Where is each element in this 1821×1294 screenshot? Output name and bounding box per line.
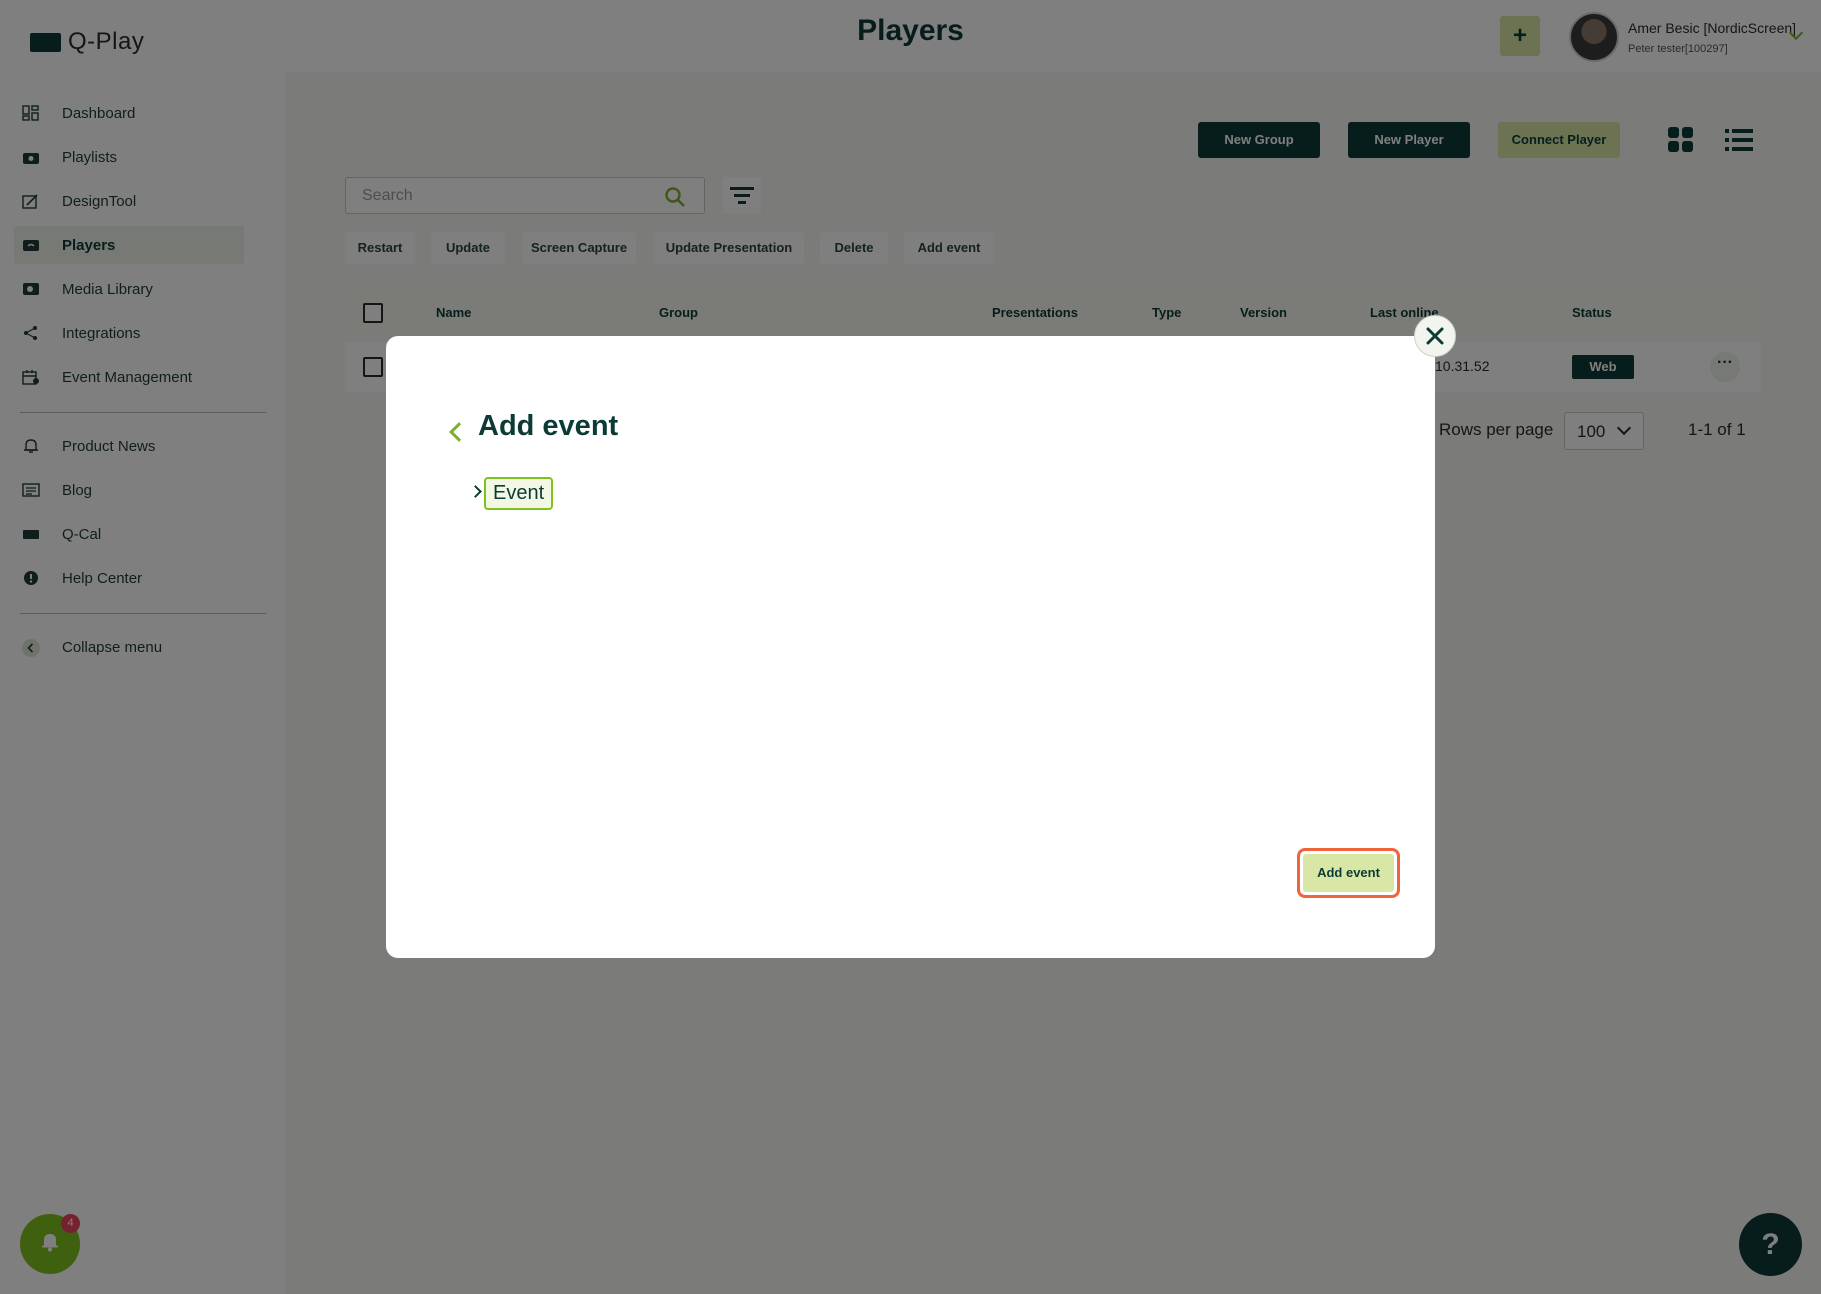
modal-title: Add event xyxy=(478,410,619,442)
close-modal-button[interactable] xyxy=(1414,315,1456,357)
tree-node-event[interactable]: Event xyxy=(484,477,554,510)
expand-chevron-icon[interactable] xyxy=(469,485,482,498)
back-chevron-icon[interactable] xyxy=(449,422,469,442)
add-event-submit-button[interactable]: Add event xyxy=(1303,854,1394,892)
close-icon xyxy=(1426,327,1444,350)
add-event-modal: Add event Event Add event xyxy=(386,336,1435,958)
